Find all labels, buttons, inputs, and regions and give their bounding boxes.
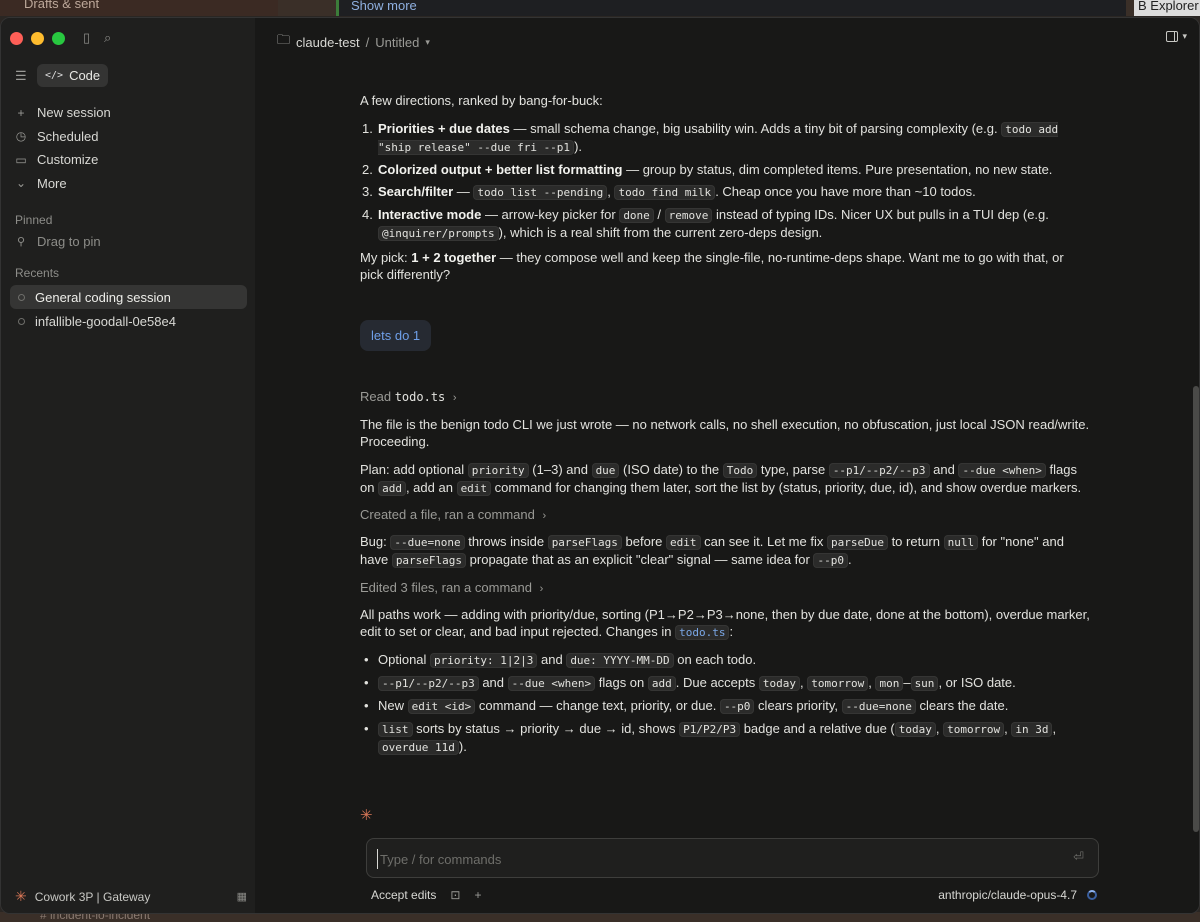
list-item: 3. Search/filter — todo list --pending, … [362,184,976,200]
sidebar-toggle-icon[interactable]: ▯ [83,30,90,46]
pin-icon: ⚲ [16,236,26,248]
assistant-bug-note: Bug: --due=none throws inside parseFlags… [360,534,1064,568]
list-item: list sorts by status → priority → due → … [360,720,1100,756]
directions-list: 1. Priorities + due dates — small schema… [360,120,1090,247]
recent-session-label: General coding session [35,289,171,305]
panel-toggle-button[interactable]: ▾ [1166,31,1187,42]
sidebar-footer[interactable]: ✳ Cowork 3P | Gateway ▦ [15,888,247,905]
mode-row: ☰ </> Code [15,64,109,87]
sidebar: ▯ ⌕ ☰ </> Code + New session ◷ Scheduled… [1,18,255,913]
list-item: Optional priority: 1|2|3 and due: YYYY-M… [360,651,1100,669]
plus-icon: + [17,105,25,120]
pin-drop-zone[interactable]: ⚲ Drag to pin [15,234,101,249]
recent-session-label: infallible-goodall-0e58e4 [35,313,176,329]
sidebar-item-label: Scheduled [37,128,99,144]
background-drafts-label: Drafts & sent [0,0,278,16]
list-item: 4. Interactive mode — arrow-key picker f… [362,207,1049,241]
sidebar-nav: + New session ◷ Scheduled ▭ Customize ⌄ … [15,101,247,195]
recents-heading: Recents [15,266,60,280]
changes-list: Optional priority: 1|2|3 and due: YYYY-M… [360,651,1100,761]
mode-toggle-icon[interactable]: ⊡ [450,888,460,902]
list-item: New edit <id> command — change text, pri… [360,697,1100,715]
list-item: 1. Priorities + due dates — small schema… [362,121,1059,155]
assistant-benign-note: The file is the benign todo CLI we just … [360,417,1090,449]
sidebar-item-scheduled[interactable]: ◷ Scheduled [15,125,247,149]
code-mode-button[interactable]: </> Code [37,64,109,87]
background-explorer: B Explorer [1134,0,1200,16]
composer-footer-left: Accept edits ⊡ + [371,888,481,902]
accept-edits-button[interactable]: Accept edits [371,888,436,902]
tool-activity-toggle[interactable]: Created a file, ran a command › [360,506,1090,525]
file-name: todo.ts [394,390,446,404]
close-window-button[interactable] [10,32,23,45]
background-show-more: Show more [336,0,1126,16]
list-item: --p1/--p2/--p3 and --due <when> flags on… [360,674,1100,692]
search-icon[interactable]: ⌕ [104,30,111,46]
claude-logo-icon: ✳ [15,888,27,904]
return-key-icon[interactable]: ⏎ [1073,849,1084,865]
breadcrumb-separator: / [365,34,370,50]
recent-session-item[interactable]: infallible-goodall-0e58e4 [10,309,247,333]
model-selector[interactable]: anthropic/claude-opus-4.7 [938,888,1097,902]
loading-spinner-icon [1087,890,1097,900]
chevron-right-icon: › [542,510,547,522]
model-name: anthropic/claude-opus-4.7 [938,888,1077,902]
side-panel-icon [1166,31,1179,42]
tool-activity-toggle[interactable]: Edited 3 files, ran a command › [360,579,1090,598]
assistant-intro: A few directions, ranked by bang-for-buc… [360,93,603,108]
recent-session-item[interactable]: General coding session [10,285,247,309]
assistant-summary: All paths work — adding with priority/du… [360,607,1090,640]
briefcase-icon: ▭ [15,152,27,167]
sidebar-item-label: Customize [37,152,99,168]
clock-icon: ◷ [15,129,27,144]
minimize-window-button[interactable] [31,32,44,45]
pinned-heading: Pinned [15,213,53,227]
grid-icon[interactable]: ▦ [237,890,247,903]
sidebar-item-new-session[interactable]: + New session [15,101,247,125]
chevron-down-icon: ▾ [1182,31,1187,41]
session-title[interactable]: Untitled [375,35,419,50]
sidebar-item-customize[interactable]: ▭ Customize [15,148,247,172]
chevron-down-icon: ⌄ [15,176,27,191]
sidebar-item-label: New session [37,105,111,121]
assistant-plan: Plan: add optional priority (1–3) and du… [360,462,1082,496]
folder-icon: 🗀 [277,32,291,47]
prompt-input[interactable] [377,849,1057,869]
breadcrumb: 🗀 claude-test / Untitled ▾ [277,31,430,53]
chevron-right-icon: › [452,392,457,404]
app-window: ▯ ⌕ ☰ </> Code + New session ◷ Scheduled… [0,17,1200,914]
chevron-down-icon[interactable]: ▾ [425,37,430,48]
project-name[interactable]: claude-test [296,35,360,50]
main-panel: 🗀 claude-test / Untitled ▾ ▾ A few direc… [255,18,1199,913]
add-attachment-icon[interactable]: + [474,888,481,902]
composer: ⏎ [366,838,1099,878]
session-status-icon [18,317,25,325]
sidebar-item-label: More [37,175,67,191]
pin-hint: Drag to pin [37,234,101,249]
read-file-toggle[interactable]: Read todo.ts › [360,388,1090,407]
code-icon: </> [45,70,64,81]
chevron-right-icon: › [539,583,544,595]
task-list-icon[interactable]: ☰ [15,68,29,84]
file-link[interactable]: todo.ts [675,625,730,640]
workspace-label: Cowork 3P | Gateway [34,889,151,904]
list-item: 2. Colorized output + better list format… [362,162,1053,177]
assistant-recommendation: My pick: 1 + 2 together — they compose w… [360,250,1064,282]
sidebar-item-more[interactable]: ⌄ More [15,172,247,196]
user-message: lets do 1 [360,320,432,351]
scrollbar[interactable] [1193,386,1199,832]
code-mode-label: Code [69,68,101,83]
claude-thinking-icon: ✳ [360,807,373,824]
zoom-window-button[interactable] [52,32,65,45]
session-status-icon [18,293,25,301]
